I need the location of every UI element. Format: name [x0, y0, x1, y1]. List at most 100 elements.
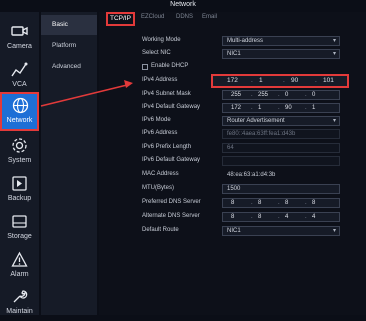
- ip-dot: .: [278, 214, 280, 220]
- sidebar-item-label: VCA: [12, 81, 27, 88]
- tab-email[interactable]: Email: [202, 14, 217, 20]
- ipv6-address-label: IPv6 Address: [142, 130, 178, 136]
- ipv6-mode-row: IPv6 Mode Router Advertisement: [99, 116, 366, 128]
- camera-icon: [11, 26, 28, 36]
- mtu-input[interactable]: 1500: [222, 184, 340, 194]
- mtu-label: MTU(Bytes): [142, 185, 174, 191]
- enable-dhcp-label: Enable DHCP: [151, 63, 189, 69]
- sidebar-item-camera[interactable]: Camera: [2, 20, 37, 56]
- sidebar-item-label: Camera: [7, 43, 32, 50]
- ip-octet: 8: [258, 200, 262, 206]
- pref-dns-label: Preferred DNS Server: [142, 199, 201, 205]
- ip-octet: 1: [258, 105, 262, 111]
- ipv4-gateway-row: IPv4 Default Gateway 172. 1. 90. 1: [99, 103, 366, 115]
- ip-dot: .: [278, 200, 280, 206]
- globe-icon: [12, 97, 29, 114]
- ipv6-gateway-label: IPv6 Default Gateway: [142, 157, 201, 163]
- vca-icon: [11, 62, 28, 77]
- ipv6-address-row: IPv6 Address fe80::4aea:63ff:fea1:d43b: [99, 129, 366, 141]
- ip-dot: .: [278, 92, 280, 98]
- mac-row: MAC Address 48:ea:63:a1:d4:3b: [99, 170, 366, 182]
- ip-octet: 101: [323, 77, 334, 84]
- subnav-item-platform[interactable]: Platform: [41, 36, 97, 56]
- sidebar-item-maintain[interactable]: Maintain: [2, 285, 37, 321]
- ip-octet: 90: [285, 105, 292, 111]
- ip-dot: .: [278, 105, 280, 111]
- ipv6-prefix-field: 64: [222, 143, 340, 153]
- sidebar-item-network[interactable]: Network: [0, 92, 39, 131]
- ip-octet: 172: [231, 105, 242, 111]
- window-title: Network: [170, 1, 196, 8]
- ip-dot: .: [251, 92, 253, 98]
- ipv4-mask-input[interactable]: 255. 255. 0. 0: [222, 90, 340, 100]
- alt-dns-input[interactable]: 8. 8. 4. 4: [222, 212, 340, 222]
- ip-octet: 255: [231, 92, 242, 98]
- sidebar-item-label: Alarm: [10, 271, 29, 278]
- ipv4-gateway-input[interactable]: 172. 1. 90. 1: [222, 103, 340, 113]
- ip-octet: 8: [285, 200, 289, 206]
- ipv6-mode-select[interactable]: Router Advertisement: [222, 116, 340, 126]
- wrench-icon: [13, 290, 28, 303]
- subnav-item-advanced[interactable]: Advanced: [41, 57, 97, 77]
- select-nic-select[interactable]: NIC1: [222, 49, 340, 59]
- sidebar-item-alarm[interactable]: Alarm: [2, 248, 37, 284]
- ip-dot: .: [305, 92, 307, 98]
- sidebar-item-label: Network: [6, 117, 33, 124]
- sidebar-item-storage[interactable]: Storage: [2, 210, 37, 246]
- ip-octet: 0: [285, 92, 289, 98]
- ip-octet: 8: [231, 214, 235, 220]
- ipv4-address-input[interactable]: 172. 1. 90. 101: [211, 74, 349, 88]
- default-route-select[interactable]: NIC1: [222, 226, 340, 236]
- alt-dns-row: Alternate DNS Server 8. 8. 4. 4: [99, 212, 366, 224]
- sidebar-item-vca[interactable]: VCA: [2, 58, 37, 94]
- sidebar-item-backup[interactable]: Backup: [2, 172, 37, 208]
- ip-dot: .: [251, 214, 253, 220]
- sidebar-item-label: Storage: [7, 233, 32, 240]
- ip-octet: 255: [258, 92, 269, 98]
- sidebar-item-label: System: [7, 157, 32, 164]
- main-sidebar: Camera VCA Network System Backup Storage…: [0, 12, 39, 315]
- select-nic-label: Select NIC: [142, 50, 171, 56]
- ip-octet: 0: [312, 92, 316, 98]
- working-mode-row: Working Mode Multi-address: [99, 36, 366, 48]
- sidebar-item-label: Maintain: [6, 308, 33, 315]
- ip-octet: 8: [231, 200, 235, 206]
- ip-dot: .: [283, 77, 285, 84]
- subnav-item-basic[interactable]: Basic: [41, 15, 97, 35]
- sidebar-item-label: Backup: [7, 195, 32, 202]
- working-mode-select[interactable]: Multi-address: [222, 36, 340, 46]
- pref-dns-input[interactable]: 8. 8. 8. 8: [222, 198, 340, 208]
- ip-octet: 1: [259, 77, 263, 84]
- ip-dot: .: [305, 200, 307, 206]
- alarm-icon: [11, 251, 28, 267]
- title-bar: Network: [0, 0, 366, 12]
- working-mode-label: Working Mode: [142, 37, 181, 43]
- ipv6-gateway-field: [222, 156, 340, 166]
- ip-octet: 8: [258, 214, 262, 220]
- mac-label: MAC Address: [142, 171, 179, 177]
- backup-icon: [12, 176, 27, 191]
- ip-octet: 8: [312, 200, 316, 206]
- mac-value: 48:ea:63:a1:d4:3b: [227, 172, 276, 178]
- ipv6-prefix-label: IPv6 Prefix Length: [142, 144, 192, 150]
- sidebar-item-system[interactable]: System: [2, 134, 37, 170]
- ipv6-mode-label: IPv6 Mode: [142, 117, 171, 123]
- ip-octet: 90: [291, 77, 299, 84]
- mtu-row: MTU(Bytes) 1500: [99, 184, 366, 196]
- alt-dns-label: Alternate DNS Server: [142, 213, 200, 219]
- enable-dhcp-checkbox[interactable]: [142, 64, 148, 70]
- tab-ddns[interactable]: DDNS: [176, 14, 193, 20]
- tab-ezcloud[interactable]: EZCloud: [141, 14, 164, 20]
- ipv4-mask-label: IPv4 Subnet Mask: [142, 91, 191, 97]
- tab-bar: TCP/IP EZCloud DDNS Email: [99, 12, 366, 26]
- ipv4-gateway-label: IPv4 Default Gateway: [142, 104, 201, 110]
- ip-dot: .: [315, 77, 317, 84]
- ip-dot: .: [251, 200, 253, 206]
- ip-dot: .: [305, 214, 307, 220]
- ipv4-address-row: IPv4 Address 172. 1. 90. 101: [99, 74, 366, 88]
- tab-tcp-ip[interactable]: TCP/IP: [106, 12, 135, 26]
- ipv6-gateway-row: IPv6 Default Gateway: [99, 156, 366, 168]
- sub-navigation: Basic Platform Advanced: [41, 12, 97, 315]
- default-route-label: Default Route: [142, 227, 179, 233]
- gear-icon: [12, 138, 27, 153]
